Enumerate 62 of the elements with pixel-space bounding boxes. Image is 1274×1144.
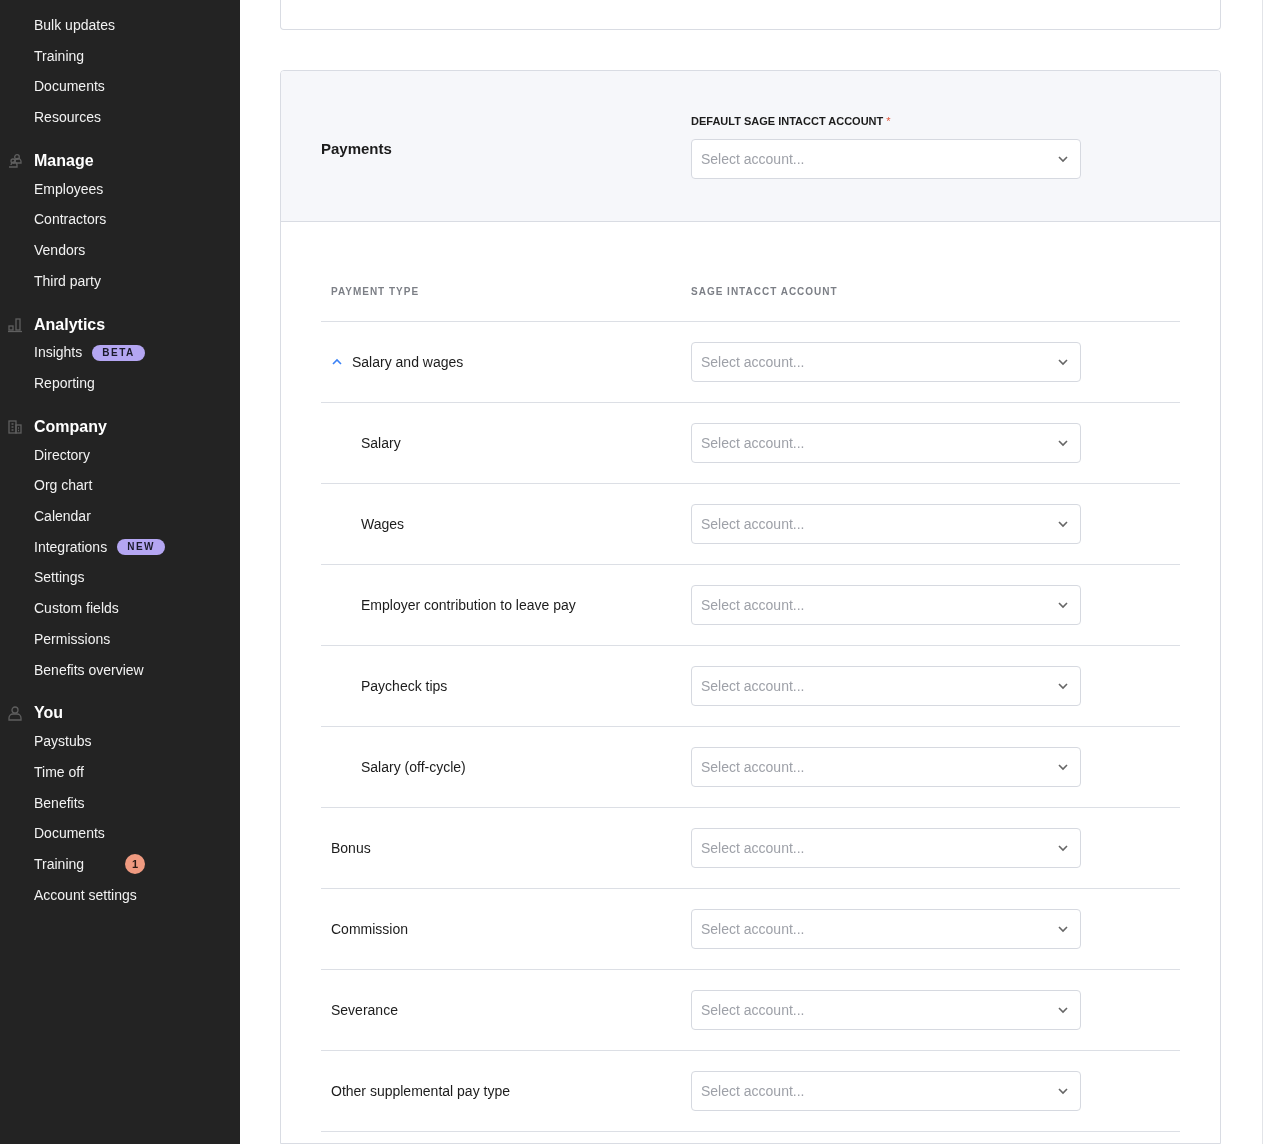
nav-link[interactable]: Calendar: [34, 506, 91, 528]
nav-link[interactable]: Benefits overview: [34, 659, 144, 681]
chevron-down-icon: [1057, 844, 1069, 852]
chevron-down-icon: [1057, 1087, 1069, 1095]
section-heading: Manage: [34, 150, 94, 171]
nav-link[interactable]: Reporting: [34, 373, 95, 395]
section-title: Payments: [321, 140, 392, 157]
nav-link[interactable]: Documents: [34, 76, 105, 98]
chevron-down-icon: [1057, 682, 1069, 690]
nav-link[interactable]: Bulk updates: [34, 14, 115, 36]
nav-link[interactable]: Paystubs: [34, 731, 92, 753]
chevron-down-icon: [1057, 1006, 1069, 1014]
bar-chart-icon: [7, 316, 23, 333]
field-label: DEFAULT SAGE INTACCT ACCOUNT: [691, 113, 884, 129]
nav-link[interactable]: Insights: [34, 342, 83, 364]
nav-link[interactable]: Org chart: [34, 475, 93, 497]
payment-type: Commission: [331, 919, 408, 939]
nav-link[interactable]: Documents: [34, 823, 105, 845]
nav-link[interactable]: Training: [34, 45, 85, 67]
person-icon: [7, 705, 23, 722]
payment-type: Other supplemental pay type: [331, 1081, 510, 1101]
column-header: SAGE INTACCT ACCOUNT: [691, 284, 838, 299]
nav-link[interactable]: Settings: [34, 567, 85, 589]
section-heading: You: [34, 703, 64, 724]
nav-link[interactable]: Employees: [34, 178, 104, 200]
column-header: PAYMENT TYPE: [330, 284, 421, 299]
nav-link[interactable]: Custom fields: [34, 598, 119, 620]
nav-link[interactable]: Time off: [34, 761, 84, 783]
required-mark: *: [886, 113, 891, 129]
nav-link[interactable]: Resources: [34, 106, 101, 128]
people-icon: [7, 152, 23, 169]
chevron-down-icon: [1057, 925, 1069, 933]
payment-type: Salary: [361, 433, 401, 453]
payment-type: Severance: [331, 1000, 398, 1020]
payment-type: Bonus: [331, 838, 371, 858]
payment-type: Salary and wages: [352, 352, 464, 372]
tag: BETA: [92, 344, 145, 361]
tag: NEW: [117, 539, 165, 556]
count-badge: 1: [125, 854, 146, 875]
payment-type: Salary (off-cycle): [361, 757, 466, 777]
chevron-down-icon: [1057, 439, 1069, 447]
payment-type: Employer contribution to leave pay: [361, 595, 576, 615]
nav-link[interactable]: Third party: [34, 270, 101, 292]
nav-link[interactable]: Contractors: [34, 209, 107, 231]
nav-link[interactable]: Benefits: [34, 792, 85, 814]
chevron-down-icon: [1057, 520, 1069, 528]
chevron-down-icon: [1057, 763, 1069, 771]
section-heading: Analytics: [34, 314, 106, 335]
nav-link[interactable]: Account settings: [34, 884, 137, 906]
chevron-down-icon: [1057, 601, 1069, 609]
chevron-down-icon: [1057, 358, 1069, 366]
building-icon: [7, 418, 23, 435]
payment-type: Paycheck tips: [361, 676, 448, 696]
chevron-down-icon: [1057, 155, 1069, 163]
chevron-up-icon[interactable]: [331, 358, 343, 366]
nav-link[interactable]: Directory: [34, 444, 90, 466]
nav-link[interactable]: Training: [34, 853, 85, 875]
nav-link[interactable]: Integrations: [34, 536, 108, 558]
nav-link[interactable]: Permissions: [34, 628, 111, 650]
section-heading: Company: [34, 416, 107, 437]
payment-type: Wages: [361, 514, 405, 534]
nav-link[interactable]: Vendors: [34, 239, 86, 261]
